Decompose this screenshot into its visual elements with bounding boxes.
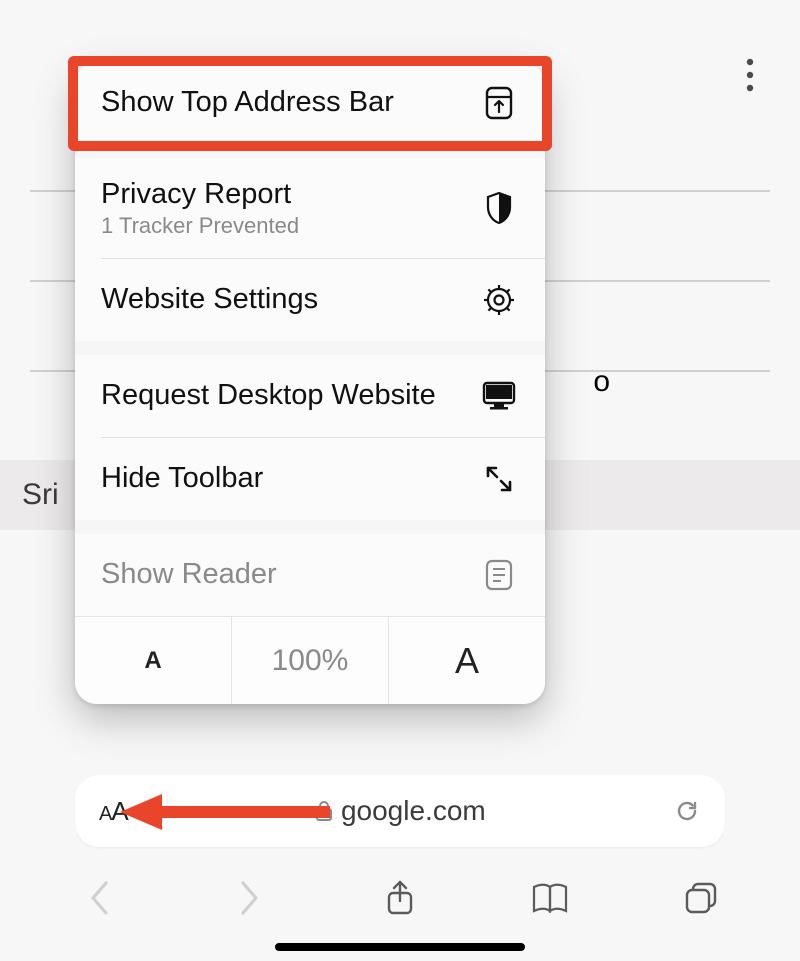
menu-item-label: Request Desktop Website <box>101 379 436 412</box>
aA-large-glyph: A <box>111 796 127 826</box>
lock-icon <box>315 800 333 822</box>
address-bar-top-icon <box>479 83 519 123</box>
menu-item-label: Hide Toolbar <box>101 462 263 495</box>
address-bar[interactable]: AA google.com <box>75 775 725 847</box>
more-options-button[interactable] <box>730 55 770 95</box>
expand-icon <box>479 459 519 499</box>
more-vertical-icon <box>745 57 755 93</box>
bookmarks-button[interactable] <box>528 876 572 920</box>
menu-item-label: Show Reader <box>101 558 277 591</box>
aA-small-glyph: A <box>99 803 111 825</box>
privacy-report-label: Privacy Report <box>101 178 291 210</box>
menu-item-request-desktop[interactable]: Request Desktop Website <box>75 355 545 437</box>
gear-icon <box>479 280 519 320</box>
menu-item-label: Website Settings <box>101 283 318 316</box>
menu-item-label: Show Top Address Bar <box>101 86 394 119</box>
desktop-icon <box>479 376 519 416</box>
chevron-right-icon <box>239 880 261 916</box>
menu-item-hide-toolbar[interactable]: Hide Toolbar <box>75 438 545 520</box>
book-icon <box>530 881 570 915</box>
menu-item-show-reader: Show Reader <box>75 534 545 616</box>
cut-off-text: o <box>593 365 610 399</box>
text-size-control: A 100% A <box>75 616 545 704</box>
forward-button[interactable] <box>228 876 272 920</box>
text-size-larger[interactable]: A <box>388 617 545 704</box>
text-size-zoom-value: 100% <box>231 617 388 704</box>
tabs-icon <box>683 880 719 916</box>
aA-popover: Show Top Address Bar Privacy Report 1 Tr… <box>75 62 545 704</box>
screen: o Sri Show Top Address Bar Priv <box>0 0 800 961</box>
bottom-toolbar <box>0 870 800 926</box>
chevron-left-icon <box>88 880 110 916</box>
share-button[interactable] <box>378 876 422 920</box>
address-bar-center[interactable]: google.com <box>128 795 673 827</box>
menu-item-privacy-report[interactable]: Privacy Report 1 Tracker Prevented <box>75 158 545 258</box>
privacy-report-subtitle: 1 Tracker Prevented <box>101 213 299 238</box>
menu-item-show-top-address-bar[interactable]: Show Top Address Bar <box>75 62 545 144</box>
reader-icon <box>479 555 519 595</box>
share-icon <box>385 879 415 917</box>
footer-label: Sri <box>22 478 59 512</box>
text-size-smaller[interactable]: A <box>75 617 231 704</box>
shield-icon <box>479 188 519 228</box>
tabs-button[interactable] <box>679 876 723 920</box>
menu-item-website-settings[interactable]: Website Settings <box>75 259 545 341</box>
address-bar-domain: google.com <box>341 795 486 827</box>
back-button[interactable] <box>77 876 121 920</box>
reload-button[interactable] <box>673 797 701 825</box>
home-indicator <box>275 943 525 951</box>
aA-button[interactable]: AA <box>99 796 128 827</box>
menu-item-label: Privacy Report 1 Tracker Prevented <box>101 178 299 239</box>
